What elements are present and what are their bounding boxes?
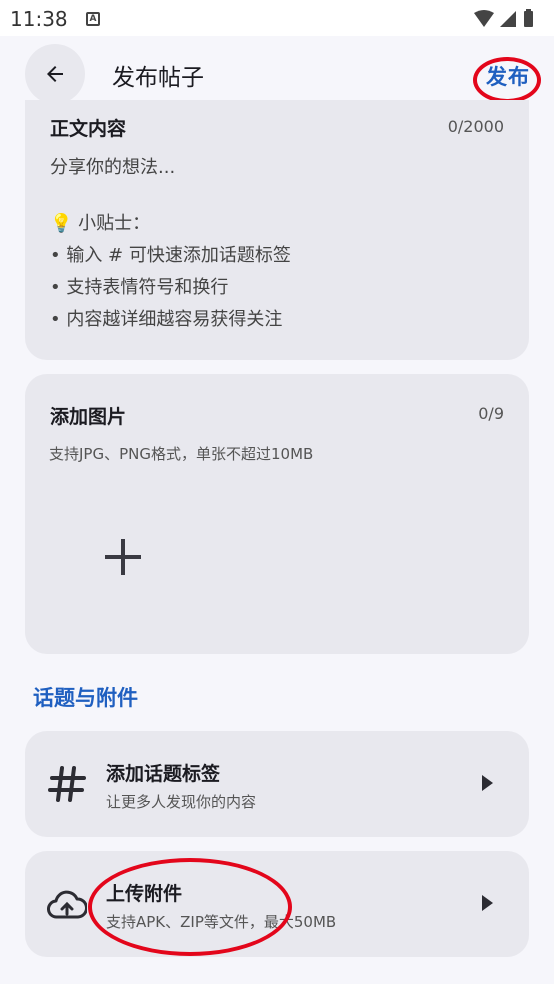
image-count: 0/9 <box>478 404 504 423</box>
status-time: 11:38 <box>10 7 68 31</box>
wifi-icon <box>474 10 494 27</box>
status-bar: 11:38 A <box>0 0 554 36</box>
arrow-back-icon <box>47 66 63 82</box>
chevron-right-icon <box>482 775 493 791</box>
back-button[interactable] <box>25 44 85 104</box>
signal-icon <box>500 11 516 27</box>
add-topic-row[interactable]: 添加话题标签 让更多人发现你的内容 <box>25 731 529 837</box>
add-topic-subtitle: 让更多人发现你的内容 <box>106 793 257 811</box>
notification-icon: A <box>86 12 100 26</box>
publish-button[interactable]: 发布 <box>486 61 530 91</box>
status-icons <box>474 9 533 27</box>
content-char-count: 0/2000 <box>447 117 504 136</box>
content-heading: 正文内容 <box>50 118 127 140</box>
image-card: 添加图片 0/9 支持JPG、PNG格式，单张不超过10MB <box>25 374 529 654</box>
page-title: 发布帖子 <box>112 65 204 91</box>
cloud-upload-icon <box>47 890 87 919</box>
section-title: 话题与附件 <box>33 686 138 710</box>
tip-item: • 支持表情符号和换行 <box>50 277 229 298</box>
tip-item: • 内容越详细越容易获得关注 <box>50 309 283 330</box>
chevron-right-icon <box>482 895 493 911</box>
image-format-hint: 支持JPG、PNG格式，单张不超过10MB <box>49 445 314 463</box>
upload-attachment-subtitle: 支持APK、ZIP等文件，最大50MB <box>106 913 337 931</box>
add-topic-title: 添加话题标签 <box>106 763 221 785</box>
add-image-icon[interactable] <box>105 539 141 575</box>
content-card: 正文内容 0/2000 分享你的想法... 💡 小贴士： • 输入 # 可快速添… <box>25 100 529 360</box>
image-heading: 添加图片 <box>50 406 127 428</box>
tip-item: • 输入 # 可快速添加话题标签 <box>50 245 291 266</box>
hashtag-icon <box>48 766 86 802</box>
content-input[interactable]: 分享你的想法... <box>50 152 175 184</box>
upload-attachment-row[interactable]: 上传附件 支持APK、ZIP等文件，最大50MB <box>25 851 529 957</box>
battery-icon <box>524 11 533 27</box>
upload-attachment-title: 上传附件 <box>106 883 183 905</box>
tips-title: 💡 小贴士： <box>50 213 151 234</box>
